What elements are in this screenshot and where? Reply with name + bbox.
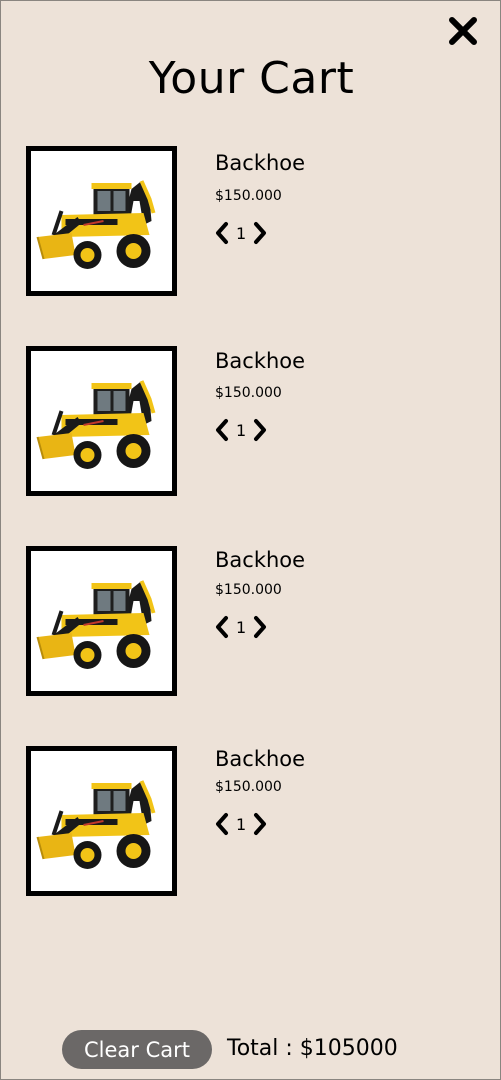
backhoe-image (26, 346, 177, 496)
backhoe-image (26, 146, 177, 296)
quantity-stepper: 1 (213, 417, 269, 443)
item-name: Backhoe (215, 548, 306, 572)
chevron-left-icon[interactable] (213, 615, 231, 639)
page-title: Your Cart (148, 53, 355, 104)
chevron-left-icon[interactable] (213, 221, 231, 245)
quantity-value: 1 (236, 617, 247, 637)
clear-cart-button[interactable]: Clear Cart (62, 1030, 212, 1069)
quantity-stepper: 1 (213, 811, 269, 837)
backhoe-image (26, 746, 177, 896)
item-price: $150.000 (215, 582, 282, 598)
chevron-right-icon[interactable] (251, 812, 269, 836)
item-name: Backhoe (215, 151, 306, 175)
backhoe-image (26, 546, 177, 696)
quantity-value: 1 (236, 814, 247, 834)
item-price: $150.000 (215, 385, 282, 401)
chevron-right-icon[interactable] (251, 418, 269, 442)
chevron-left-icon[interactable] (213, 812, 231, 836)
chevron-right-icon[interactable] (251, 221, 269, 245)
quantity-stepper: 1 (213, 614, 269, 640)
cart-item: Backhoe $150.000 1 (26, 146, 476, 296)
quantity-value: 1 (236, 420, 247, 440)
cart-item: Backhoe $150.000 1 (26, 546, 476, 696)
quantity-value: 1 (236, 223, 247, 243)
chevron-left-icon[interactable] (213, 418, 231, 442)
chevron-right-icon[interactable] (251, 615, 269, 639)
cart-item: Backhoe $150.000 1 (26, 746, 476, 896)
item-name: Backhoe (215, 747, 306, 771)
close-icon[interactable] (447, 15, 479, 47)
item-price: $150.000 (215, 188, 282, 204)
item-price: $150.000 (215, 779, 282, 795)
item-name: Backhoe (215, 349, 306, 373)
cart-total: Total : $105000 (227, 1036, 398, 1061)
cart-item: Backhoe $150.000 1 (26, 346, 476, 496)
quantity-stepper: 1 (213, 220, 269, 246)
